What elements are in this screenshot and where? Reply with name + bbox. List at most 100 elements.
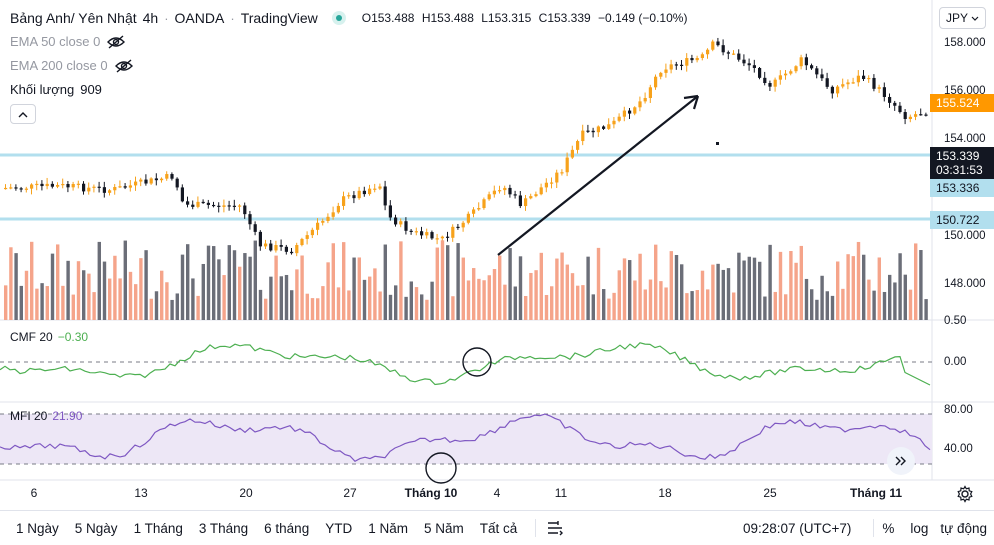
time-axis-label: 18 [658, 486, 672, 500]
mfi-legend[interactable]: MFI 20 21.90 [10, 409, 82, 423]
candle-body [321, 220, 325, 223]
candle-body [763, 77, 767, 84]
candle-body [893, 102, 897, 106]
volume-legend[interactable]: Khối lượng 909 [10, 82, 102, 97]
candle-body [264, 243, 268, 247]
candle-body [810, 65, 814, 69]
volume-bar [451, 296, 455, 320]
volume-bar [56, 244, 60, 320]
range-5y-button[interactable]: 5 Năm [416, 521, 472, 536]
volume-bar [368, 276, 372, 320]
volume-bar [180, 254, 185, 320]
range-1y-button[interactable]: 1 Năm [360, 521, 416, 536]
volume-bar [139, 258, 143, 320]
volume-bar [628, 260, 632, 320]
volume-bar [737, 252, 741, 320]
volume-bar [539, 252, 543, 320]
volume-bar [399, 241, 403, 320]
clock-timezone[interactable]: 09:28:07 (UTC+7) [743, 521, 851, 536]
volume-bar [300, 255, 304, 320]
market-status-icon[interactable] [331, 11, 346, 25]
candle-body [128, 185, 132, 188]
range-ytd-button[interactable]: YTD [317, 521, 360, 536]
currency-label: JPY [945, 11, 968, 25]
candle-body [498, 190, 502, 192]
ema50-legend[interactable]: EMA 50 close 0 [10, 34, 126, 49]
source-label: TradingView [240, 10, 318, 26]
volume-bar [664, 287, 668, 320]
volume-bar [92, 292, 96, 320]
auto-scale-toggle[interactable]: tự động [940, 521, 987, 536]
range-1m-button[interactable]: 1 Tháng [126, 521, 191, 536]
volume-bar [279, 276, 283, 320]
candle-body [711, 41, 715, 50]
current-price-tag: 153.339 03:31:53 [930, 147, 994, 179]
candle-body [149, 178, 153, 184]
candle-body [9, 187, 13, 189]
candle-body [310, 229, 314, 236]
candle-body [539, 187, 543, 195]
candle-body [134, 181, 138, 186]
volume-bar [222, 275, 226, 320]
candle-body [513, 194, 517, 196]
range-5d-button[interactable]: 5 Ngày [67, 521, 126, 536]
currency-selector[interactable]: JPY [938, 7, 986, 29]
percent-scale-toggle[interactable]: % [882, 521, 894, 536]
horizontal-line-tag[interactable]: 150.722 [930, 211, 994, 229]
candle-body [61, 184, 65, 186]
price-axis-label: 150.000 [944, 230, 986, 242]
candle-body [602, 126, 606, 129]
volume-bar [310, 298, 315, 320]
candle-body [524, 198, 528, 207]
range-3m-button[interactable]: 3 Tháng [191, 521, 256, 536]
cmf-axis-label: 0.50 [944, 315, 967, 327]
candle-body [773, 79, 777, 87]
interval-label[interactable]: 4h [143, 10, 159, 26]
candle-body [14, 187, 18, 189]
candle-body [752, 65, 756, 68]
horizontal-line-tag[interactable]: 153.336 [930, 179, 994, 197]
ema200-legend[interactable]: EMA 200 close 0 [10, 58, 134, 73]
settings-gear-icon[interactable] [956, 485, 974, 503]
volume-bar [773, 291, 777, 320]
candle-body [851, 82, 855, 84]
candle-body [123, 186, 127, 188]
date-range-icon[interactable] [546, 520, 564, 536]
cmf-legend[interactable]: CMF 20 −0.30 [10, 330, 88, 344]
candle-body [362, 190, 366, 195]
chart-canvas[interactable] [0, 0, 994, 510]
bottom-toolbar: 1 Ngày 5 Ngày 1 Tháng 3 Tháng 6 tháng YT… [0, 510, 994, 545]
candle-body [35, 183, 39, 186]
candle-body [872, 77, 876, 89]
time-axis-label: 25 [763, 486, 777, 500]
candle-body [503, 187, 507, 191]
volume-bar [841, 288, 845, 320]
volume-bar [643, 289, 647, 320]
symbol-name[interactable]: Bảng Anh/ Yên Nhật [10, 10, 137, 26]
volume-bar [498, 255, 502, 320]
candle-body [305, 235, 309, 239]
volume-bar [747, 256, 751, 320]
range-6m-button[interactable]: 6 tháng [256, 521, 317, 536]
range-all-button[interactable]: Tất cả [472, 521, 526, 536]
candle-body [19, 188, 23, 190]
volume-bar [30, 241, 34, 320]
eye-off-icon[interactable] [106, 34, 126, 49]
collapse-legend-button[interactable] [10, 104, 36, 124]
candle-body [191, 204, 195, 207]
volume-bar [357, 257, 361, 320]
range-1d-button[interactable]: 1 Ngày [0, 521, 67, 536]
candle-body [669, 64, 673, 70]
candle-body [50, 183, 54, 187]
volume-bar [269, 276, 273, 320]
eye-off-icon[interactable] [114, 58, 134, 73]
log-scale-toggle[interactable]: log [910, 521, 928, 536]
volume-bar [144, 250, 148, 320]
candle-body [846, 82, 850, 85]
candle-body [144, 179, 148, 184]
volume-bar [128, 271, 133, 320]
scroll-to-realtime-button[interactable] [887, 447, 915, 475]
volume-bar [804, 278, 809, 320]
candle-body [706, 49, 710, 55]
candle-body [472, 209, 476, 214]
